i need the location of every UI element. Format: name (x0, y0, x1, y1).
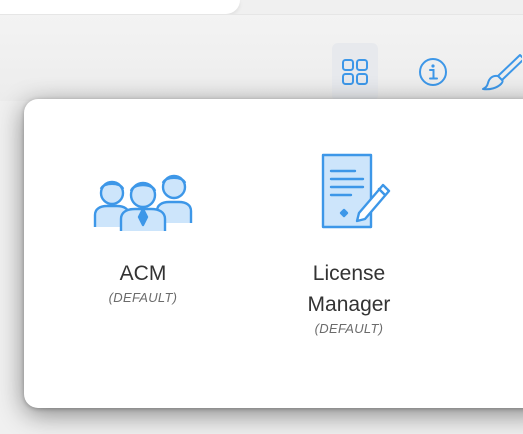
app-switcher-button[interactable] (332, 43, 378, 101)
info-icon (419, 58, 447, 86)
info-button[interactable] (410, 43, 456, 101)
app-tile-license-manager[interactable]: License Manager (DEFAULT) (279, 99, 419, 336)
top-tab-edge (0, 0, 240, 14)
app-window: ACM (DEFAULT) License Manager (DEFAULT) (0, 0, 523, 434)
app-tile-acm[interactable]: ACM (DEFAULT) (88, 99, 198, 305)
default-badge: (DEFAULT) (108, 290, 178, 305)
app-name-license: License (312, 262, 386, 285)
document-sign-icon (307, 151, 391, 231)
app-grid-icon (342, 59, 368, 85)
paintbrush-icon (482, 54, 522, 91)
app-switcher-popover: ACM (DEFAULT) License Manager (DEFAULT) (24, 99, 523, 408)
app-name-manager: Manager (307, 293, 391, 316)
users-group-icon (91, 151, 195, 231)
theme-button[interactable] (478, 43, 523, 101)
app-name-acm: ACM (119, 262, 167, 285)
header-toolbar (0, 14, 523, 101)
default-badge: (DEFAULT) (314, 321, 384, 336)
